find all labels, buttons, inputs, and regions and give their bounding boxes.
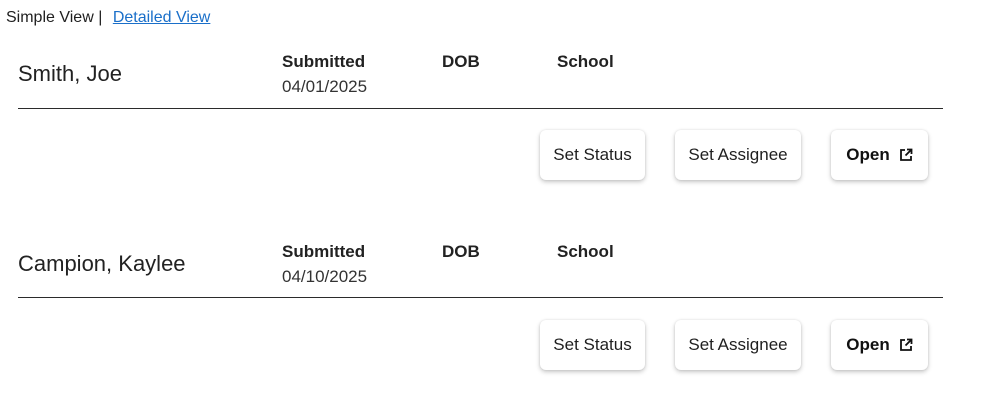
submitted-value: 04/01/2025 <box>282 77 368 96</box>
dob-label: DOB <box>442 242 480 261</box>
submitted-label: Submitted <box>282 52 366 71</box>
record-divider <box>18 297 943 298</box>
open-button[interactable]: Open <box>831 320 928 370</box>
dob-label: DOB <box>442 52 480 71</box>
school-label: School <box>557 52 614 71</box>
submitted-label: Submitted <box>282 242 366 261</box>
set-status-label: Set Status <box>553 335 632 354</box>
set-assignee-label: Set Assignee <box>688 145 788 164</box>
set-status-button[interactable]: Set Status <box>540 130 645 180</box>
external-link-icon <box>899 147 913 161</box>
school-label: School <box>557 242 614 261</box>
record-name: Campion, Kaylee <box>18 251 186 276</box>
set-status-button[interactable]: Set Status <box>540 320 645 370</box>
submitted-value: 04/10/2025 <box>282 267 368 286</box>
set-assignee-label: Set Assignee <box>688 335 788 354</box>
set-assignee-button[interactable]: Set Assignee <box>675 130 801 180</box>
record-card: Smith, Joe Submitted 04/01/2025 DOB Scho… <box>0 0 992 190</box>
set-assignee-button[interactable]: Set Assignee <box>675 320 801 370</box>
record-divider <box>18 108 943 109</box>
open-label: Open <box>846 145 890 164</box>
record-card: Campion, Kaylee Submitted 04/10/2025 DOB… <box>0 190 992 380</box>
open-label: Open <box>846 335 890 354</box>
set-status-label: Set Status <box>553 145 632 164</box>
record-name: Smith, Joe <box>18 61 122 86</box>
open-button[interactable]: Open <box>831 130 928 180</box>
external-link-icon <box>899 337 913 351</box>
